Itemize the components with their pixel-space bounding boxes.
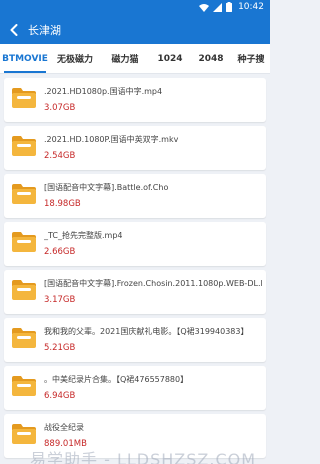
folder-icon	[11, 231, 37, 253]
folder-icon	[11, 279, 37, 301]
tab-magnet-cat[interactable]: 磁力猫	[100, 44, 150, 73]
folder-icon	[11, 87, 37, 109]
folder-icon	[11, 327, 37, 349]
signal-icon	[213, 2, 223, 12]
list-item[interactable]: 。中美纪录片合集。【Q裙476557880】 6.94GB	[4, 366, 266, 410]
list-item[interactable]: 我和我的父辈。2021国庆献礼电影。【Q裙319940383】 5.21GB	[4, 318, 266, 362]
folder-icon	[11, 183, 37, 205]
file-size: 2.54GB	[44, 151, 76, 161]
watermark: 易学助手 - LLDSHZSZ.COM	[30, 450, 257, 464]
file-name: [国语配音中文字幕].Frozen.Chosin.2011.1080p.WEB-…	[44, 279, 262, 288]
file-name: 战役全纪录	[44, 423, 84, 432]
list-item[interactable]: [国语配音中文字幕].Frozen.Chosin.2011.1080p.WEB-…	[4, 270, 266, 314]
file-name: _TC_抢先完整版.mp4	[44, 231, 123, 240]
list-item[interactable]: _TC_抢先完整版.mp4 2.66GB	[4, 222, 266, 266]
status-bar: 10:42	[0, 0, 270, 16]
file-name: 我和我的父辈。2021国庆献礼电影。【Q裙319940383】	[44, 327, 249, 336]
folder-icon	[11, 135, 37, 157]
tab-torrent-search[interactable]: 种子搜	[232, 44, 270, 73]
file-size: 6.94GB	[44, 391, 76, 401]
list-item[interactable]: .2021.HD.1080P.国语中英双字.mkv 2.54GB	[4, 126, 266, 170]
file-name: [国语配音中文字幕].Battle.of.Cho	[44, 183, 169, 192]
status-time: 10:42	[238, 2, 264, 12]
wifi-icon	[199, 3, 210, 12]
file-size: 3.17GB	[44, 295, 76, 305]
page-title: 长津湖	[28, 24, 61, 37]
file-size: 2.66GB	[44, 247, 76, 257]
file-size: 18.98GB	[44, 199, 81, 209]
status-icons: 10:42	[199, 2, 264, 12]
folder-icon	[11, 423, 37, 445]
tab-wuji-magnet[interactable]: 无极磁力	[50, 44, 100, 73]
file-size: 3.07GB	[44, 103, 76, 113]
file-name: .2021.HD1080p.国语中字.mp4	[44, 87, 163, 96]
list-item[interactable]: .2021.HD1080p.国语中字.mp4 3.07GB	[4, 78, 266, 122]
file-name: .2021.HD.1080P.国语中英双字.mkv	[44, 135, 179, 144]
app-bar: 长津湖	[0, 16, 270, 44]
file-name: 。中美纪录片合集。【Q裙476557880】	[44, 375, 189, 384]
source-tabs: BTMOVIE 无极磁力 磁力猫 1024 2048 种子搜	[0, 44, 270, 74]
tab-1024[interactable]: 1024	[150, 44, 190, 73]
list-item[interactable]: [国语配音中文字幕].Battle.of.Cho 18.98GB	[4, 174, 266, 218]
file-size: 5.21GB	[44, 343, 76, 353]
back-button[interactable]	[0, 16, 28, 44]
tab-2048[interactable]: 2048	[190, 44, 232, 73]
battery-icon	[226, 2, 233, 12]
arrow-back-icon	[9, 21, 19, 40]
tab-btmovie[interactable]: BTMOVIE	[0, 44, 50, 73]
folder-icon	[11, 375, 37, 397]
